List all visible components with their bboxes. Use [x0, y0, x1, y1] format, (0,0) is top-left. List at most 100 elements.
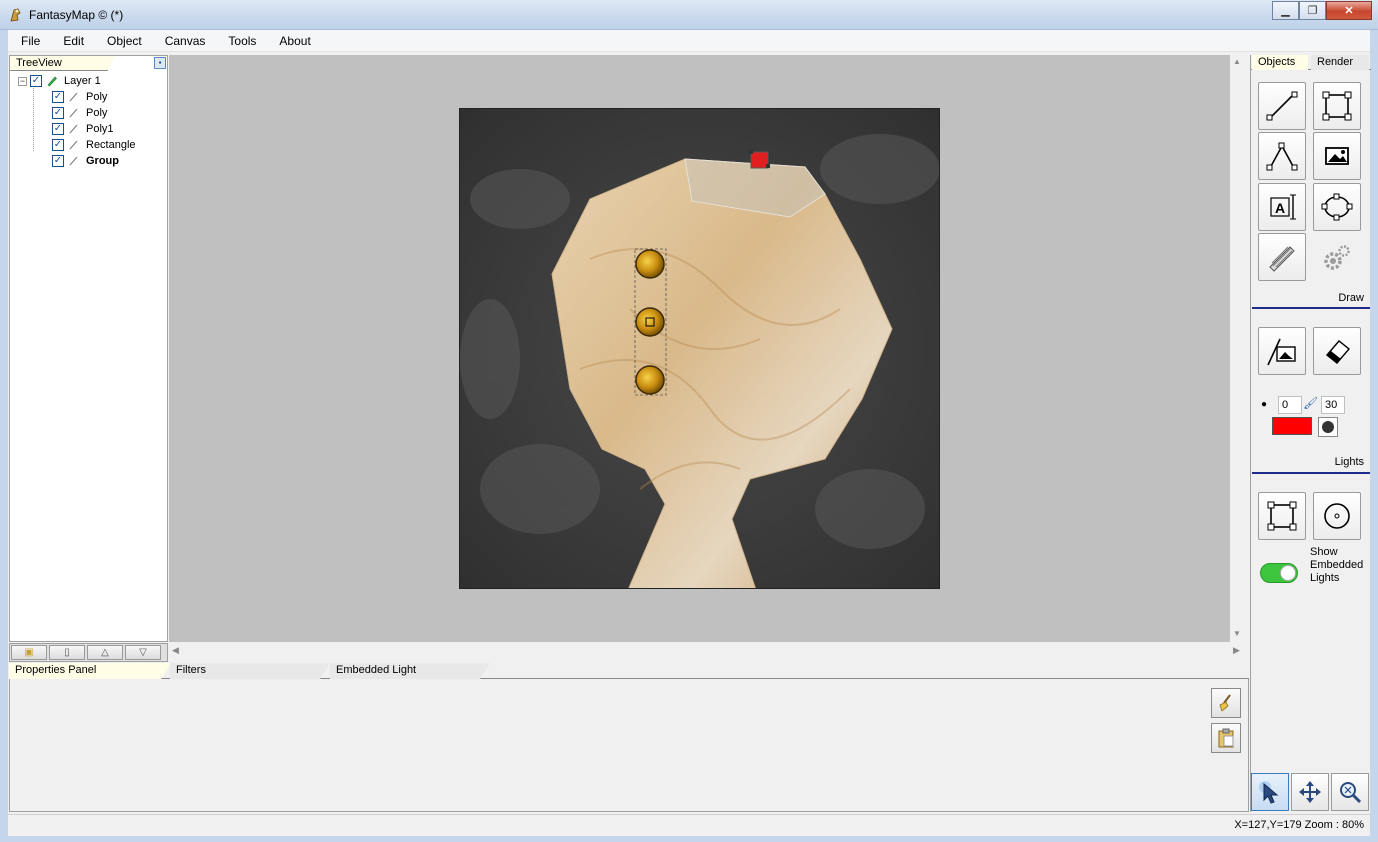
visibility-checkbox[interactable]: ✓	[52, 139, 64, 151]
brush-dot-icon: ●	[1261, 399, 1268, 410]
menu-file[interactable]: File	[8, 30, 50, 51]
zoom-tool-button[interactable]	[1331, 773, 1369, 811]
texture-tool-button[interactable]	[1258, 233, 1306, 281]
paste-properties-button[interactable]	[1211, 723, 1241, 753]
scroll-up-icon[interactable]: ▲	[1233, 57, 1241, 66]
menu-canvas[interactable]: Canvas	[152, 30, 216, 51]
menu-about[interactable]: About	[266, 30, 320, 51]
polygon-tool-button[interactable]	[1258, 132, 1306, 180]
gear-icon	[1324, 245, 1350, 270]
menu-bar: File Edit Object Canvas Tools About	[8, 30, 1370, 52]
menu-object[interactable]: Object	[94, 30, 152, 51]
scroll-right-icon[interactable]: ▶	[1233, 645, 1240, 656]
map-canvas[interactable]	[459, 108, 940, 589]
coin-object[interactable]	[635, 307, 665, 337]
treeview-tab[interactable]: TreeView	[10, 56, 115, 71]
light-marker[interactable]	[749, 150, 770, 169]
collapse-icon[interactable]: −	[18, 76, 27, 86]
rectangle-tool-button[interactable]	[1313, 82, 1361, 130]
pan-tool-button[interactable]	[1291, 773, 1329, 811]
move-down-button[interactable]: ▽	[125, 645, 161, 660]
eraser-tool-button[interactable]	[1313, 327, 1361, 375]
tab-render[interactable]: Render	[1311, 55, 1369, 70]
tab-properties-panel[interactable]: Properties Panel	[9, 663, 171, 679]
visibility-checkbox[interactable]: ✓	[52, 155, 64, 167]
tree-node-rectangle[interactable]: ✓ Rectangle	[10, 137, 167, 153]
pencil-icon	[69, 108, 78, 118]
close-button[interactable]: ✕	[1326, 1, 1372, 20]
window-title: FantasyMap © (*)	[29, 8, 124, 22]
window-frame-right	[1370, 30, 1378, 842]
menu-edit[interactable]: Edit	[50, 30, 94, 51]
delete-button[interactable]: ▯	[49, 645, 85, 660]
tree-node-group[interactable]: ✓ Group	[10, 153, 167, 169]
section-divider	[1252, 472, 1370, 474]
brush-size-field[interactable]: 0	[1278, 396, 1302, 414]
brush-color-swatch[interactable]	[1272, 417, 1312, 435]
visibility-checkbox[interactable]: ✓	[52, 123, 64, 135]
status-bar: X=127,Y=179 Zoom : 80%	[8, 814, 1370, 836]
folder-icon: ▣	[24, 647, 34, 658]
ellipse-tool-button[interactable]	[1313, 183, 1361, 231]
embedded-lights-toggle[interactable]	[1260, 563, 1298, 583]
line-icon	[1266, 91, 1298, 121]
maximize-button[interactable]: ❐	[1299, 1, 1326, 20]
visibility-checkbox[interactable]: ✓	[52, 91, 64, 103]
coin-object[interactable]	[635, 365, 665, 395]
pencil-icon	[47, 76, 57, 87]
bottom-tabstrip: Properties Panel Filters Embedded Light	[9, 662, 1249, 679]
tree-node-poly[interactable]: ✓ Poly	[10, 105, 167, 121]
vertical-scrollbar[interactable]: ▲ ▼	[1230, 55, 1247, 642]
image-tool-button[interactable]	[1313, 132, 1361, 180]
horizontal-scrollbar[interactable]: ◀ ▶	[169, 642, 1247, 661]
tree-node-poly1[interactable]: ✓ Poly1	[10, 121, 167, 137]
line-tool-button[interactable]	[1258, 82, 1306, 130]
tree-node-poly[interactable]: ✓ Poly	[10, 89, 167, 105]
tab-objects[interactable]: Objects	[1252, 55, 1308, 70]
map-drawing[interactable]	[460, 109, 940, 589]
coin-object[interactable]	[635, 249, 665, 279]
rect-light-button[interactable]	[1258, 492, 1306, 540]
move-up-button[interactable]: △	[87, 645, 123, 660]
treeview-panel: TreeView ▪ − ✓ Layer 1 ✓ Poly ✓ Poly ✓ P…	[9, 55, 168, 642]
clipboard-icon	[1218, 728, 1234, 748]
tree-node-layer[interactable]: − ✓ Layer 1	[10, 73, 167, 89]
point-light-icon	[1324, 503, 1350, 529]
visibility-checkbox[interactable]: ✓	[52, 107, 64, 119]
minimize-button[interactable]: ▁	[1272, 1, 1299, 20]
layer-label: Layer 1	[64, 75, 101, 87]
scroll-down-icon[interactable]: ▼	[1233, 629, 1241, 638]
right-tabstrip: Objects Render	[1251, 55, 1371, 70]
minimize-icon: ▁	[1281, 5, 1290, 17]
magnifier-icon	[1340, 782, 1362, 804]
restore-icon: ❐	[1307, 5, 1318, 17]
layer-visibility-checkbox[interactable]: ✓	[30, 75, 42, 87]
add-layer-button[interactable]: ▣	[11, 645, 47, 660]
pin-icon[interactable]: ▪	[154, 57, 166, 69]
menu-tools[interactable]: Tools	[215, 30, 266, 51]
settings-button[interactable]	[1313, 233, 1361, 281]
scroll-left-icon[interactable]: ◀	[172, 645, 179, 656]
window-frame-bottom	[0, 836, 1378, 842]
tab-filters[interactable]: Filters	[170, 663, 330, 679]
move-icon	[1299, 781, 1321, 803]
brush-shape-button[interactable]	[1318, 417, 1338, 437]
tree-node-label: Rectangle	[86, 139, 136, 151]
pencil-icon	[69, 124, 78, 134]
title-bar: FantasyMap © (*) ▁ ❐ ✕	[0, 0, 1378, 30]
section-divider	[1252, 307, 1370, 309]
trash-icon: ▯	[64, 647, 70, 658]
paint-tool-button[interactable]	[1258, 327, 1306, 375]
lights-section-label: Lights	[1334, 456, 1364, 468]
clear-properties-button[interactable]	[1211, 688, 1241, 718]
rect-light-icon	[1267, 501, 1297, 531]
app-icon	[10, 8, 21, 22]
select-tool-button[interactable]	[1251, 773, 1289, 811]
point-light-button[interactable]	[1313, 492, 1361, 540]
text-tool-button[interactable]: A	[1258, 183, 1306, 231]
tab-embedded-light[interactable]: Embedded Light	[330, 663, 490, 679]
paint-brush-icon	[1267, 338, 1296, 366]
treeview-toolbar: ▣ ▯ △ ▽	[9, 643, 168, 662]
brush-width-field[interactable]: 30	[1321, 396, 1345, 414]
properties-panel	[9, 679, 1249, 812]
